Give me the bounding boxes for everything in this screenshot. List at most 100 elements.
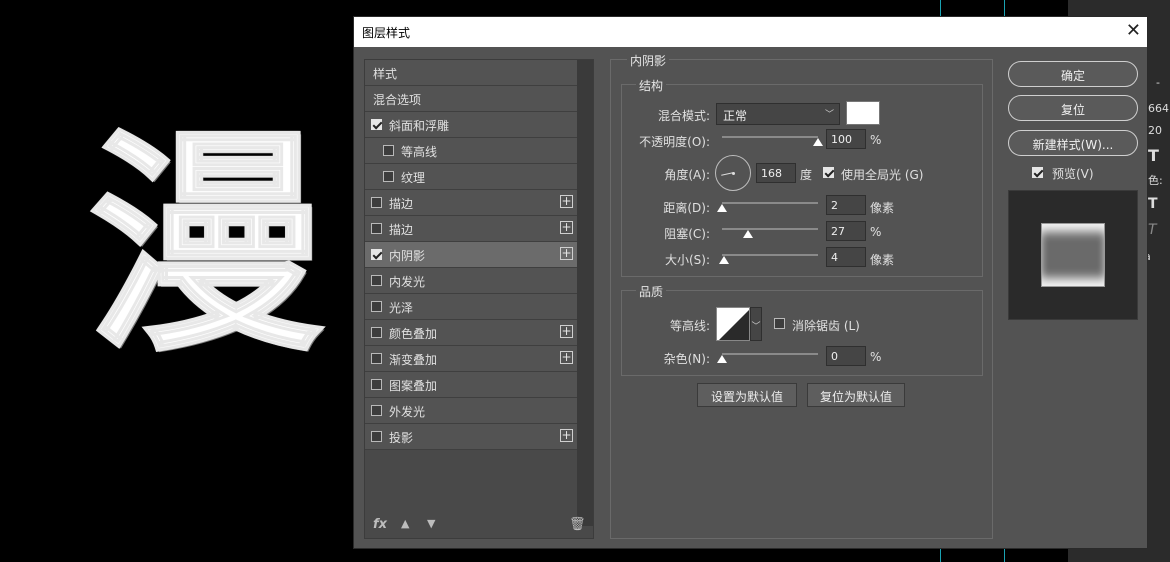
choke-input[interactable]: 27 [826,221,866,241]
distance-slider[interactable] [722,202,818,204]
preview-checkbox[interactable] [1032,167,1043,178]
style-list-label: 内发光 [389,275,426,289]
choke-label: 阻塞(C): [664,227,710,241]
text-style-icon[interactable]: T [1148,196,1158,212]
reset-button[interactable]: 复位 [1008,95,1138,121]
style-list-item[interactable]: 颜色叠加 + [365,320,577,346]
style-checkbox[interactable] [371,223,382,234]
size-input[interactable]: 4 [826,247,866,267]
style-list-label: 混合选项 [373,93,422,107]
style-list-label: 内阴影 [389,249,426,263]
style-list-label: 斜面和浮雕 [389,119,450,133]
size-slider-thumb[interactable] [718,256,729,264]
structure-legend: 结构 [636,77,667,94]
contour-dropdown[interactable]: ﹀ [750,307,762,341]
style-list-item[interactable]: 投影 + [365,424,577,450]
choke-slider-thumb[interactable] [742,230,753,238]
style-list-item[interactable]: 样式 [365,60,577,86]
new-style-button[interactable]: 新建样式(W)... [1008,130,1138,156]
style-checkbox[interactable] [383,145,394,156]
style-list-label: 投影 [389,431,414,445]
distance-slider-thumb[interactable] [717,204,727,212]
style-checkbox[interactable] [371,379,382,390]
add-effect-icon[interactable]: + [560,221,573,234]
style-list-scrollbar[interactable] [577,60,593,526]
angle-input[interactable]: 168 [756,163,796,183]
style-checkbox[interactable] [371,353,382,364]
chevron-down-icon: ﹀ [824,110,834,120]
distance-label: 距离(D): [663,201,710,215]
style-checkbox[interactable] [371,197,382,208]
strip-item[interactable]: 20 [1148,124,1162,137]
size-slider[interactable] [722,254,818,256]
italic-text-icon[interactable]: T [1148,222,1157,238]
noise-slider[interactable] [722,353,818,355]
angle-label: 角度(A): [664,168,710,182]
add-effect-icon[interactable]: + [560,429,573,442]
dialog-titlebar[interactable]: 图层样式 ✕ [354,17,1147,47]
style-list-label: 渐变叠加 [389,353,438,367]
text-tool-icon[interactable]: T [1148,146,1159,165]
style-list-item[interactable]: 混合选项 [365,86,577,112]
choke-slider[interactable] [722,228,818,230]
opacity-label: 不透明度(O): [639,135,710,149]
style-list-item[interactable]: 纹理 [365,164,577,190]
angle-dial[interactable] [715,155,751,191]
style-list-item[interactable]: 斜面和浮雕 [365,112,577,138]
style-list-label: 颜色叠加 [389,327,438,341]
style-checkbox[interactable] [371,301,382,312]
style-checkbox[interactable] [383,171,394,182]
reset-default-button[interactable]: 复位为默认值 [807,383,905,407]
style-list-item[interactable]: 渐变叠加 + [365,346,577,372]
style-checkbox[interactable] [371,275,382,286]
style-preview [1008,190,1138,320]
noise-slider-thumb[interactable] [717,355,727,363]
add-effect-icon[interactable]: + [560,325,573,338]
strip-item[interactable]: - [1156,76,1160,89]
style-list-item[interactable]: 内发光 [365,268,577,294]
add-effect-icon[interactable]: + [560,247,573,260]
style-list-item[interactable]: 等高线 [365,138,577,164]
style-list-item[interactable]: 光泽 [365,294,577,320]
antialias-checkbox[interactable] [774,318,785,329]
distance-input[interactable]: 2 [826,195,866,215]
style-list-item[interactable]: 内阴影 + [365,242,577,268]
style-checkbox[interactable] [371,119,382,130]
make-default-button[interactable]: 设置为默认值 [697,383,797,407]
style-list-item[interactable]: 描边 + [365,190,577,216]
global-light-checkbox[interactable] [823,167,834,178]
arrow-down-icon[interactable]: ▼ [427,517,435,530]
style-checkbox[interactable] [371,327,382,338]
trash-icon[interactable]: 🗑 [569,517,586,532]
ok-button[interactable]: 确定 [1008,61,1138,87]
add-effect-icon[interactable]: + [560,195,573,208]
style-list-item[interactable]: 图案叠加 [365,372,577,398]
blend-mode-select[interactable]: 正常 ﹀ [716,103,840,125]
panel-title: 内阴影 [627,52,670,69]
preview-label: 预览(V) [1052,167,1094,181]
style-list-label: 等高线 [401,145,438,159]
style-list-label: 样式 [373,67,398,81]
style-list-label: 光泽 [389,301,414,315]
style-list-label: 纹理 [401,171,426,185]
style-list-item[interactable]: 外发光 [365,398,577,424]
close-icon[interactable]: ✕ [1126,20,1141,41]
opacity-input[interactable]: 100 [826,129,866,149]
contour-picker[interactable] [716,307,750,341]
strip-item[interactable]: 664. [1148,102,1170,115]
opacity-slider-thumb[interactable] [813,138,823,146]
style-list-item[interactable]: 描边 + [365,216,577,242]
fx-icon[interactable]: fx [373,517,387,532]
style-checkbox[interactable] [371,405,382,416]
quality-group: 品质 等高线: ﹀ 消除锯齿 (L) 杂色(N): 0 % [621,283,983,376]
noise-input[interactable]: 0 [826,346,866,366]
contour-label: 等高线: [669,319,710,333]
quality-legend: 品质 [636,283,667,300]
opacity-slider[interactable] [722,136,818,138]
shadow-color-swatch[interactable] [846,101,880,125]
add-effect-icon[interactable]: + [560,351,573,364]
arrow-up-icon[interactable]: ▲ [401,517,409,530]
style-checkbox[interactable] [371,249,382,260]
choke-unit: % [870,225,882,239]
style-checkbox[interactable] [371,431,382,442]
